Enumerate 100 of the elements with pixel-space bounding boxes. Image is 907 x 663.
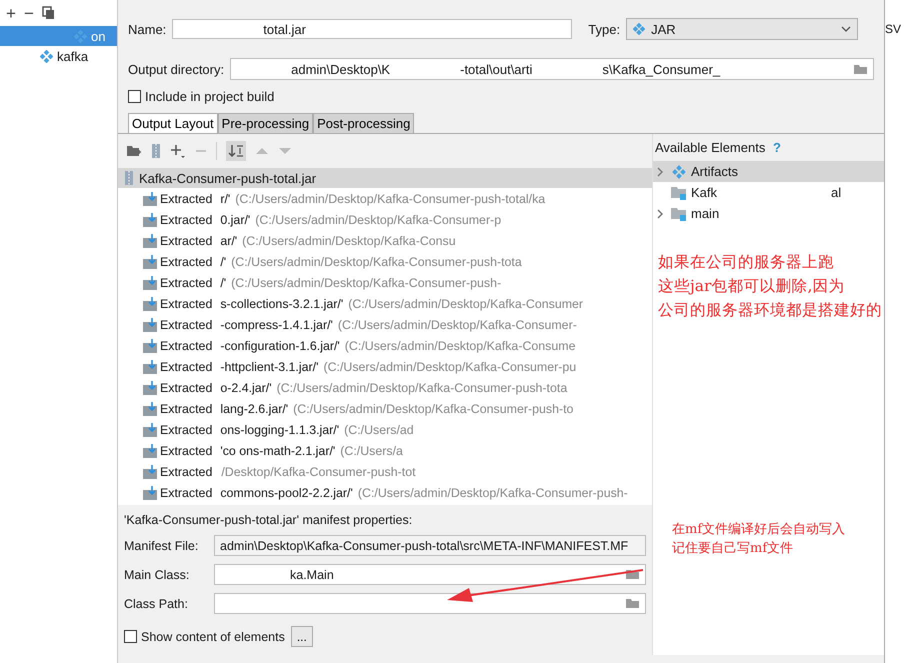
file-path: (C:/Users/admin/Desktop/Kafka-Consumer-p: [255, 212, 502, 226]
extracted-label: Extracted: [160, 422, 212, 436]
extracted-icon: [143, 234, 157, 248]
jar-file-name: -compress-1.4.1.jar/': [220, 318, 333, 332]
output-directory-label: Output directory:: [128, 62, 224, 76]
available-element-label: Kafk: [691, 185, 718, 200]
available-element-label: Artifacts: [691, 164, 738, 179]
name-label: Name:: [128, 22, 166, 36]
jar-file-name: -configuration-1.6.jar/': [220, 338, 340, 352]
available-element-item[interactable]: main: [653, 203, 884, 224]
extracted-icon: [143, 276, 157, 290]
jar-name: Kafka-Consumer-push-total.jar: [139, 170, 316, 186]
extracted-label: Extracted: [160, 254, 212, 268]
manifest-title: 'Kafka-Consumer-push-total.jar' manifest properties:: [124, 513, 414, 527]
jar-file-name: commons-pool2-2.2.jar/': [220, 486, 353, 500]
extracted-label: Extracted: [160, 486, 212, 500]
extracted-icon: [143, 192, 157, 206]
file-path: (C:/Users/a: [340, 444, 403, 458]
copy-icon[interactable]: [42, 6, 55, 20]
available-element-label: main: [691, 206, 720, 221]
extracted-icon: [143, 444, 157, 458]
manifest-field-label: Main Class:: [124, 568, 190, 582]
extracted-label: Extracted: [160, 192, 212, 206]
extracted-icon: [143, 338, 157, 352]
move-down-icon[interactable]: [278, 146, 292, 156]
artifact-item[interactable]: kafka: [0, 46, 117, 66]
sort-icon[interactable]: [226, 141, 246, 161]
dropdown-caret-icon[interactable]: [841, 26, 852, 32]
extracted-icon: [143, 254, 157, 268]
tab[interactable]: Pre-processing: [218, 113, 314, 134]
jar-file-name: /': [220, 254, 226, 268]
folder-icon[interactable]: [625, 598, 640, 609]
jar-file-name: o-2.4.jar/': [220, 380, 272, 394]
name-field[interactable]: total.jar: [172, 19, 572, 39]
file-path: (C:/Users/admin/Desktop/Kafka-Consumer-push-to: [293, 402, 574, 416]
extracted-icon: [143, 318, 157, 332]
output-directory-field[interactable]: admin\Desktop\K -total\out\arti s\Kafka_Consumer_: [230, 58, 874, 80]
jar-root-item[interactable]: Kafka-Consumer-push-total.jar: [118, 168, 652, 188]
file-path: (C:/Users/admin/Desktop/Kafka-Consumer-pu: [323, 360, 576, 374]
manifest-field-label: Class Path:: [124, 596, 189, 610]
add-icon[interactable]: [170, 143, 186, 159]
file-path: (C:/Users/ad: [344, 422, 414, 436]
manifest-field[interactable]: [214, 593, 646, 614]
file-path: (C:/Users/admin/Desktop/Kafka-Consumer: [348, 296, 584, 310]
extracted-icon: [143, 402, 157, 416]
annotation-text: 在mf文件编译好后会自动写入 记住要自己写mf文件: [672, 521, 846, 558]
extracted-label: Extracted: [160, 402, 212, 416]
tab[interactable]: Post-processing: [313, 113, 414, 134]
annotation-text: 如果在公司的服务器上跑 这些jar包都可以删除,因为 公司的服务器环境都是搭建好的: [658, 252, 882, 321]
archive-icon: [124, 171, 134, 185]
folder-icon[interactable]: [625, 569, 640, 580]
more-button[interactable]: ...: [290, 626, 313, 647]
jar-file-name: r/': [220, 192, 230, 206]
available-elements-title: Available Elements: [655, 140, 766, 155]
extracted-label: Extracted: [160, 444, 212, 458]
extracted-label: Extracted: [160, 296, 212, 310]
jar-file-name: ons-logging-1.1.3.jar/': [220, 422, 340, 436]
available-element-item[interactable]: Kafk al: [653, 182, 884, 203]
artifact-label: kafka: [57, 48, 88, 64]
editor-tab-label: SV: [885, 22, 902, 36]
extracted-icon: [143, 422, 157, 436]
available-element-label: al: [831, 185, 842, 200]
toolbar-button[interactable]: +: [6, 4, 16, 22]
manifest-field[interactable]: admin\Desktop\Kafka-Consumer-push-total\src\META-INF\MANIFEST.MF: [214, 535, 646, 556]
extracted-icon: [143, 486, 157, 500]
jar-file-name: 'co ons-math-2.1.jar/': [220, 444, 336, 458]
extracted-label: Extracted: [160, 276, 212, 290]
toolbar-button[interactable]: −: [24, 4, 34, 22]
available-element-item[interactable]: Artifacts: [653, 161, 884, 182]
file-path: (C:/Users/admin/Desktop/Kafka-Consumer-push-: [358, 486, 628, 500]
extracted-label: Extracted: [160, 212, 212, 226]
artifact-icon: [40, 50, 53, 62]
new-folder-icon[interactable]: [126, 144, 142, 158]
folder-icon[interactable]: [853, 64, 868, 74]
file-path: (C:/Users/admin/Desktop/Kafka-Consumer-push-tota: [276, 380, 568, 394]
module-folder-icon: [671, 206, 687, 220]
file-path: /Desktop/Kafka-Consumer-push-tot: [221, 464, 416, 478]
extracted-icon: [143, 380, 157, 394]
manifest-field-label: Manifest File:: [124, 538, 200, 552]
extracted-label: Extracted: [160, 380, 212, 394]
file-path: (C:/Users/admin/Desktop/Kafka-Consumer-: [338, 318, 577, 332]
extracted-icon: [143, 296, 157, 310]
move-up-icon[interactable]: [255, 146, 269, 156]
type-dropdown[interactable]: JAR: [626, 18, 858, 40]
archive-icon[interactable]: [151, 143, 161, 159]
extracted-label: Extracted: [160, 464, 212, 478]
extracted-icon: [143, 464, 157, 478]
include-in-build-checkbox[interactable]: Include in project build: [128, 89, 874, 104]
jar-file-name: s-collections-3.2.1.jar/': [220, 296, 344, 310]
show-content-checkbox[interactable]: Show content of elements: [124, 630, 285, 644]
extracted-label: Extracted: [160, 360, 212, 374]
type-label: Type:: [588, 22, 620, 36]
expand-icon[interactable]: [656, 166, 664, 176]
tab[interactable]: Output Layout: [128, 113, 218, 134]
file-path: (C:/Users/admin/Desktop/Kafka-Consume: [344, 338, 576, 352]
extracted-label: Extracted: [160, 338, 212, 352]
artifact-label: on: [91, 28, 106, 44]
expand-icon[interactable]: [656, 208, 664, 218]
manifest-field[interactable]: ka.Main: [214, 564, 646, 585]
jar-file-name: /': [220, 276, 226, 290]
